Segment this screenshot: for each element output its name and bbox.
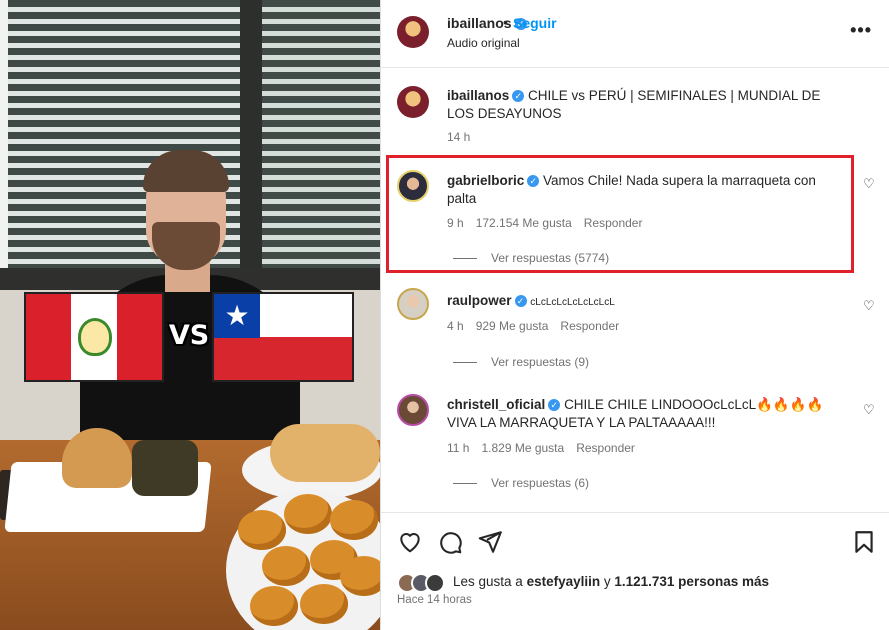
avatar[interactable] — [397, 170, 429, 202]
comment-meta: 11 h 1.829 Me gusta Responder — [447, 441, 647, 455]
avatar[interactable] — [397, 86, 429, 118]
avatar[interactable] — [397, 288, 429, 320]
share-icon[interactable] — [477, 529, 503, 555]
view-replies-button[interactable]: Ver respuestas (9) — [453, 355, 589, 369]
avatar[interactable] — [397, 16, 429, 48]
follow-button[interactable]: Seguir — [513, 15, 557, 31]
sopaipilla — [284, 494, 332, 534]
likes-prefix: Les gusta a — [453, 574, 527, 589]
chile-flag: ★ — [212, 292, 354, 382]
post-footer: Les gusta a estefyayliin y 1.121.731 per… — [381, 512, 889, 630]
reply-button[interactable]: Responder — [576, 441, 635, 455]
comment-text: cLcLcLcLcLcLcLcL — [530, 297, 615, 308]
avatar[interactable] — [397, 394, 429, 426]
comment-body: raulpower ✓ cLcLcLcLcLcLcLcL — [447, 292, 827, 312]
versus-label: VS — [168, 320, 210, 351]
view-replies-label: Ver respuestas (9) — [491, 355, 590, 369]
comment-likes[interactable]: 172.154 Me gusta — [476, 216, 572, 230]
post-timestamp: Hace 14 horas — [397, 594, 472, 606]
liked-by-user[interactable]: estefyayliin — [527, 574, 601, 589]
comment-time: 11 h — [447, 441, 470, 455]
divider — [453, 483, 477, 485]
save-bookmark-icon[interactable] — [851, 529, 877, 555]
caption-time: 14 h — [447, 130, 471, 144]
comment-username[interactable]: raulpower — [447, 293, 512, 308]
heart-icon[interactable] — [397, 529, 423, 555]
verified-badge-icon: ✓ — [548, 399, 561, 411]
view-replies-label: Ver respuestas (6) — [491, 476, 590, 490]
view-replies-button[interactable]: Ver respuestas (5774) — [453, 251, 609, 265]
comment-icon[interactable] — [437, 529, 463, 555]
sopaipilla — [330, 500, 378, 540]
peru-flag — [24, 292, 164, 382]
divider — [453, 362, 477, 364]
likes-summary: Les gusta a estefyayliin y 1.121.731 per… — [453, 574, 769, 589]
marraqueta-palta — [270, 424, 380, 482]
comment-likes[interactable]: 929 Me gusta — [476, 319, 549, 333]
view-replies-button[interactable]: Ver respuestas (6) — [453, 476, 589, 490]
sopaipilla — [340, 556, 380, 596]
comment-time: 9 h — [447, 216, 464, 230]
comment-meta: 9 h 172.154 Me gusta Responder — [447, 216, 654, 230]
avatar — [425, 573, 445, 593]
separator-dot: • — [503, 14, 508, 30]
author-username[interactable]: ibaillanos — [447, 15, 512, 31]
reply-button[interactable]: Responder — [584, 216, 643, 230]
heart-icon[interactable]: ♡ — [863, 176, 875, 191]
view-replies-label: Ver respuestas (5774) — [491, 251, 610, 265]
more-horizontal-icon[interactable]: ••• — [850, 20, 872, 41]
comment-username[interactable]: gabrielboric — [447, 173, 524, 188]
window-blinds-right — [262, 0, 380, 270]
comment-body: christell_oficial ✓ CHILE CHILE LINDOOOcL… — [447, 396, 847, 432]
star-icon: ★ — [214, 294, 260, 338]
verified-badge-icon: ✓ — [527, 175, 540, 187]
window-frame — [240, 0, 262, 290]
sopaipilla — [238, 510, 286, 550]
likes-count[interactable]: 1.121.731 personas más — [614, 574, 769, 589]
peru-coat-of-arms-icon — [78, 318, 112, 356]
comment-likes[interactable]: 1.829 Me gusta — [481, 441, 564, 455]
comment-time: 4 h — [447, 319, 464, 333]
verified-badge-icon: ✓ — [514, 295, 527, 307]
caption-username[interactable]: ibaillanos — [447, 88, 509, 103]
sopaipilla — [262, 546, 310, 586]
post-video[interactable]: VS ★ — [0, 0, 380, 630]
divider — [453, 258, 477, 260]
audio-label[interactable]: Audio original — [447, 36, 520, 50]
post-caption: ibaillanos ✓ CHILE vs PERÚ | SEMIFINALES … — [447, 87, 827, 123]
reply-button[interactable]: Responder — [560, 319, 619, 333]
tamal — [132, 440, 198, 496]
likes-middle: y — [600, 574, 615, 589]
post-panel: ibaillanos ✓ • Seguir Audio original ••• … — [380, 0, 889, 630]
sopaipilla — [300, 584, 348, 624]
heart-icon[interactable]: ♡ — [863, 402, 875, 417]
comment-meta: 4 h 929 Me gusta Responder — [447, 319, 631, 333]
sopaipilla — [250, 586, 298, 626]
comment-body: gabrielboric ✓ Vamos Chile! Nada supera l… — [447, 172, 827, 208]
comment-username[interactable]: christell_oficial — [447, 397, 545, 412]
post-header: ibaillanos ✓ • Seguir Audio original ••• — [381, 0, 889, 68]
verified-badge-icon: ✓ — [512, 90, 525, 102]
heart-icon[interactable]: ♡ — [863, 298, 875, 313]
